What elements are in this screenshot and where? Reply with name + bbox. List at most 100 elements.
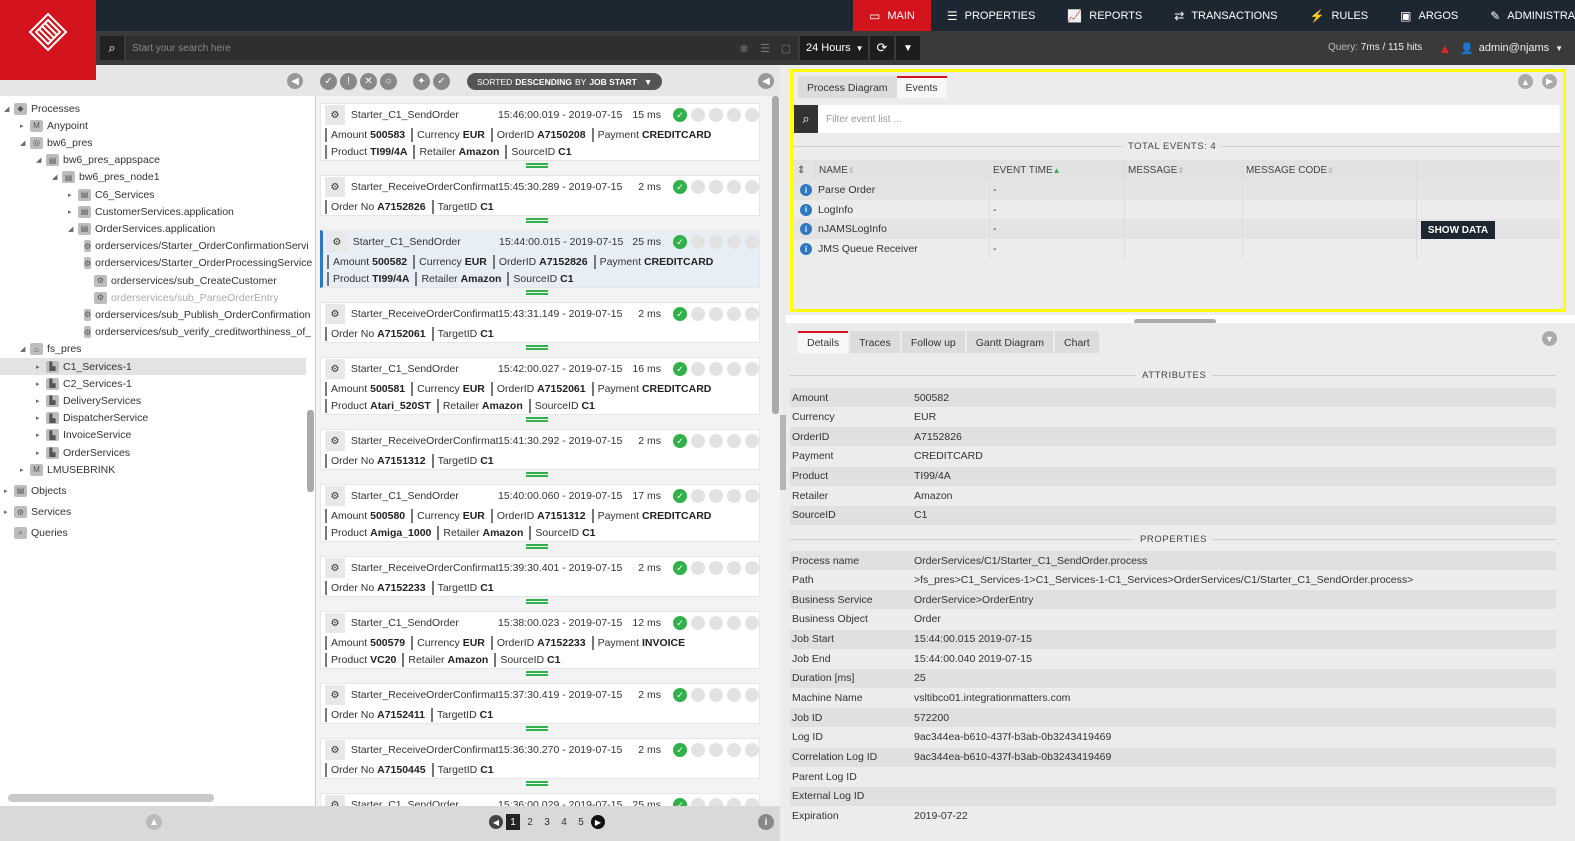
tree-node[interactable]: ◢ ▤ bw6_pres_node1	[0, 169, 306, 186]
arrow-down-icon[interactable]: ▼	[1542, 331, 1557, 346]
nav-main[interactable]: ▭ MAIN	[853, 0, 931, 31]
event-row[interactable]: i JMS Queue Receiver -	[794, 239, 1560, 260]
nav-rules[interactable]: ⚡ RULES	[1294, 0, 1385, 31]
tree-node[interactable]: ▸ M Anypoint	[0, 117, 306, 134]
expand-toggle-icon[interactable]: ◢	[4, 105, 14, 113]
search-icon[interactable]: ⌕	[794, 105, 818, 133]
tree-node[interactable]: ⚙ orderservices/Starter_OrderConfirmation…	[0, 238, 309, 255]
page-1[interactable]: 1	[506, 814, 520, 830]
expand-toggle-icon[interactable]: ▸	[20, 122, 30, 130]
scroll-top-icon[interactable]: ▲	[146, 814, 162, 830]
job-expand-handle[interactable]	[526, 671, 548, 676]
job-card[interactable]: ⚙ Starter_ReceiveOrderConfirmat 15:37:30.4…	[320, 683, 760, 724]
expand-toggle-icon[interactable]: ▸	[4, 487, 14, 495]
nav-properties[interactable]: ☰ PROPERTIES	[931, 0, 1051, 31]
column-header[interactable]: NAME ⇕	[816, 160, 990, 180]
event-row[interactable]: i LogInfo -	[794, 199, 1560, 220]
tab-follow-up[interactable]: Follow up	[901, 331, 965, 353]
tree-node[interactable]: ▸ ⚙ Services	[0, 504, 306, 521]
expand-toggle-icon[interactable]: ▸	[68, 191, 78, 199]
job-expand-handle[interactable]	[526, 345, 548, 350]
tree-node[interactable]: ⚙ orderservices/Starter_OrderProcessingSe…	[0, 255, 312, 272]
tab-process-diagram[interactable]: Process Diagram	[798, 76, 897, 98]
job-card[interactable]: ⚙ Starter_C1_SendOrder 15:44:00.015 - 2019…	[320, 230, 760, 288]
expand-toggle-icon[interactable]: ◢	[36, 156, 46, 164]
job-card[interactable]: ⚙ Starter_ReceiveOrderConfirmat 15:41:30.2…	[320, 429, 760, 470]
pin-icon[interactable]: ✦	[413, 73, 430, 90]
tree-node[interactable]: ◢ ◆ Processes	[0, 100, 306, 117]
tree-vertical-scrollbar[interactable]	[307, 410, 314, 492]
warning-filter-icon[interactable]: !	[340, 73, 357, 90]
arrow-right-icon[interactable]: ▶	[1542, 74, 1557, 89]
job-expand-handle[interactable]	[526, 544, 548, 549]
search-icon[interactable]: ⌕	[100, 36, 124, 60]
error-filter-icon[interactable]: ✕	[360, 73, 377, 90]
tree-node[interactable]: ▸ ▙ C1_Services-1	[0, 358, 306, 375]
expand-toggle-icon[interactable]: ▸	[68, 208, 78, 216]
prev-page-icon[interactable]: ◀	[489, 815, 503, 829]
job-card[interactable]: ⚙ Starter_C1_SendOrder 15:40:00.060 - 2019…	[320, 484, 760, 542]
job-card[interactable]: ⚙ Starter_C1_SendOrder 15:36:00.029 - 2019…	[320, 793, 760, 806]
app-logo[interactable]	[0, 0, 96, 80]
expand-toggle-icon[interactable]: ▸	[36, 449, 46, 457]
job-card[interactable]: ⚙ Starter_ReceiveOrderConfirmat 15:45:30.2…	[320, 175, 760, 216]
expand-toggle-icon[interactable]: ▸	[36, 431, 46, 439]
job-card[interactable]: ⚙ Starter_ReceiveOrderConfirmat 15:43:31.1…	[320, 302, 760, 343]
tree-node[interactable]: ▸ ▙ C2_Services-1	[0, 375, 306, 392]
warning-icon[interactable]: ▲	[1436, 38, 1454, 58]
clear-search-icon[interactable]: ⊗	[736, 38, 752, 58]
tree-node[interactable]: ⚙ orderservices/sub_CreateCustomer	[0, 272, 306, 289]
expand-toggle-icon[interactable]: ▸	[36, 380, 46, 388]
nav-transactions[interactable]: ⇄ TRANSACTIONS	[1158, 0, 1293, 31]
job-expand-handle[interactable]	[526, 472, 548, 477]
tree-node[interactable]: ▸ ▙ InvoiceService	[0, 427, 306, 444]
page-5[interactable]: 5	[574, 814, 588, 830]
tab-events[interactable]: Events	[896, 76, 947, 98]
page-4[interactable]: 4	[557, 814, 571, 830]
next-page-icon[interactable]: ▶	[591, 815, 605, 829]
job-list-scrollbar[interactable]	[772, 96, 779, 414]
saved-search-icon[interactable]: ▢	[778, 38, 794, 58]
column-header[interactable]: EVENT TIME ▲	[990, 160, 1125, 180]
event-filter-input[interactable]	[818, 105, 1560, 133]
user-menu[interactable]: 👤 admin@njams ▼	[1460, 36, 1563, 60]
tree-node[interactable]: ▸ ▙ DeliveryServices	[0, 392, 306, 409]
job-expand-handle[interactable]	[526, 290, 548, 295]
tab-details[interactable]: Details	[798, 331, 849, 353]
page-3[interactable]: 3	[540, 814, 554, 830]
tree-node[interactable]: ▸ ▤ C6_Services	[0, 186, 306, 203]
tree-node[interactable]: ◢ ⌂ fs_pres	[0, 341, 306, 358]
job-expand-handle[interactable]	[526, 218, 548, 223]
tree-node[interactable]: ⚙ orderservices/sub_ParseOrderEntry	[0, 289, 306, 306]
expand-toggle-icon[interactable]: ◢	[20, 139, 30, 147]
column-header[interactable]: MESSAGE ⇕	[1125, 160, 1243, 180]
info-icon[interactable]: i	[758, 814, 774, 830]
tree-node[interactable]: ▸ ▤ CustomerServices.application	[0, 203, 306, 220]
expand-toggle-icon[interactable]: ▸	[36, 363, 46, 371]
sort-order-dropdown[interactable]: SORTED DESCENDING BY JOB START ▼	[467, 73, 663, 90]
arrow-up-icon[interactable]: ▲	[1518, 74, 1533, 89]
event-row[interactable]: i Parse Order -	[794, 180, 1560, 200]
job-expand-handle[interactable]	[526, 163, 548, 168]
page-2[interactable]: 2	[523, 814, 537, 830]
expand-toggle-icon[interactable]: ▸	[20, 466, 30, 474]
expand-toggle-icon[interactable]: ◢	[52, 173, 62, 181]
job-card[interactable]: ⚙ Starter_ReceiveOrderConfirmat 15:36:30.2…	[320, 738, 760, 779]
global-search-input[interactable]	[126, 36, 798, 60]
tree-node[interactable]: ▸ M LMUSEBRINK	[0, 461, 306, 478]
tab-chart[interactable]: Chart	[1055, 331, 1099, 353]
collapse-left-icon[interactable]: ◀	[287, 73, 303, 89]
expand-toggle-icon[interactable]: ◢	[20, 345, 30, 353]
expand-toggle-icon[interactable]: ▸	[36, 397, 46, 405]
tree-node[interactable]: ◢ ◎ bw6_pres	[0, 134, 306, 151]
tree-node[interactable]: ⌕ Queries	[0, 525, 306, 542]
list-options-icon[interactable]: ☰	[757, 38, 773, 58]
refresh-icon[interactable]: ⟳	[870, 36, 894, 60]
timerange-select[interactable]: 24 Hours ▼	[800, 36, 868, 60]
tree-node[interactable]: ▸ ▤ Objects	[0, 482, 306, 499]
job-card[interactable]: ⚙ Starter_C1_SendOrder 15:42:00.027 - 2019…	[320, 357, 760, 415]
job-card[interactable]: ⚙ Starter_ReceiveOrderConfirmat 15:39:30.4…	[320, 556, 760, 597]
job-expand-handle[interactable]	[526, 726, 548, 731]
column-header[interactable]: MESSAGE CODE ⇕	[1243, 160, 1417, 180]
nav-administration[interactable]: ✎ ADMINISTRATION	[1474, 0, 1575, 31]
